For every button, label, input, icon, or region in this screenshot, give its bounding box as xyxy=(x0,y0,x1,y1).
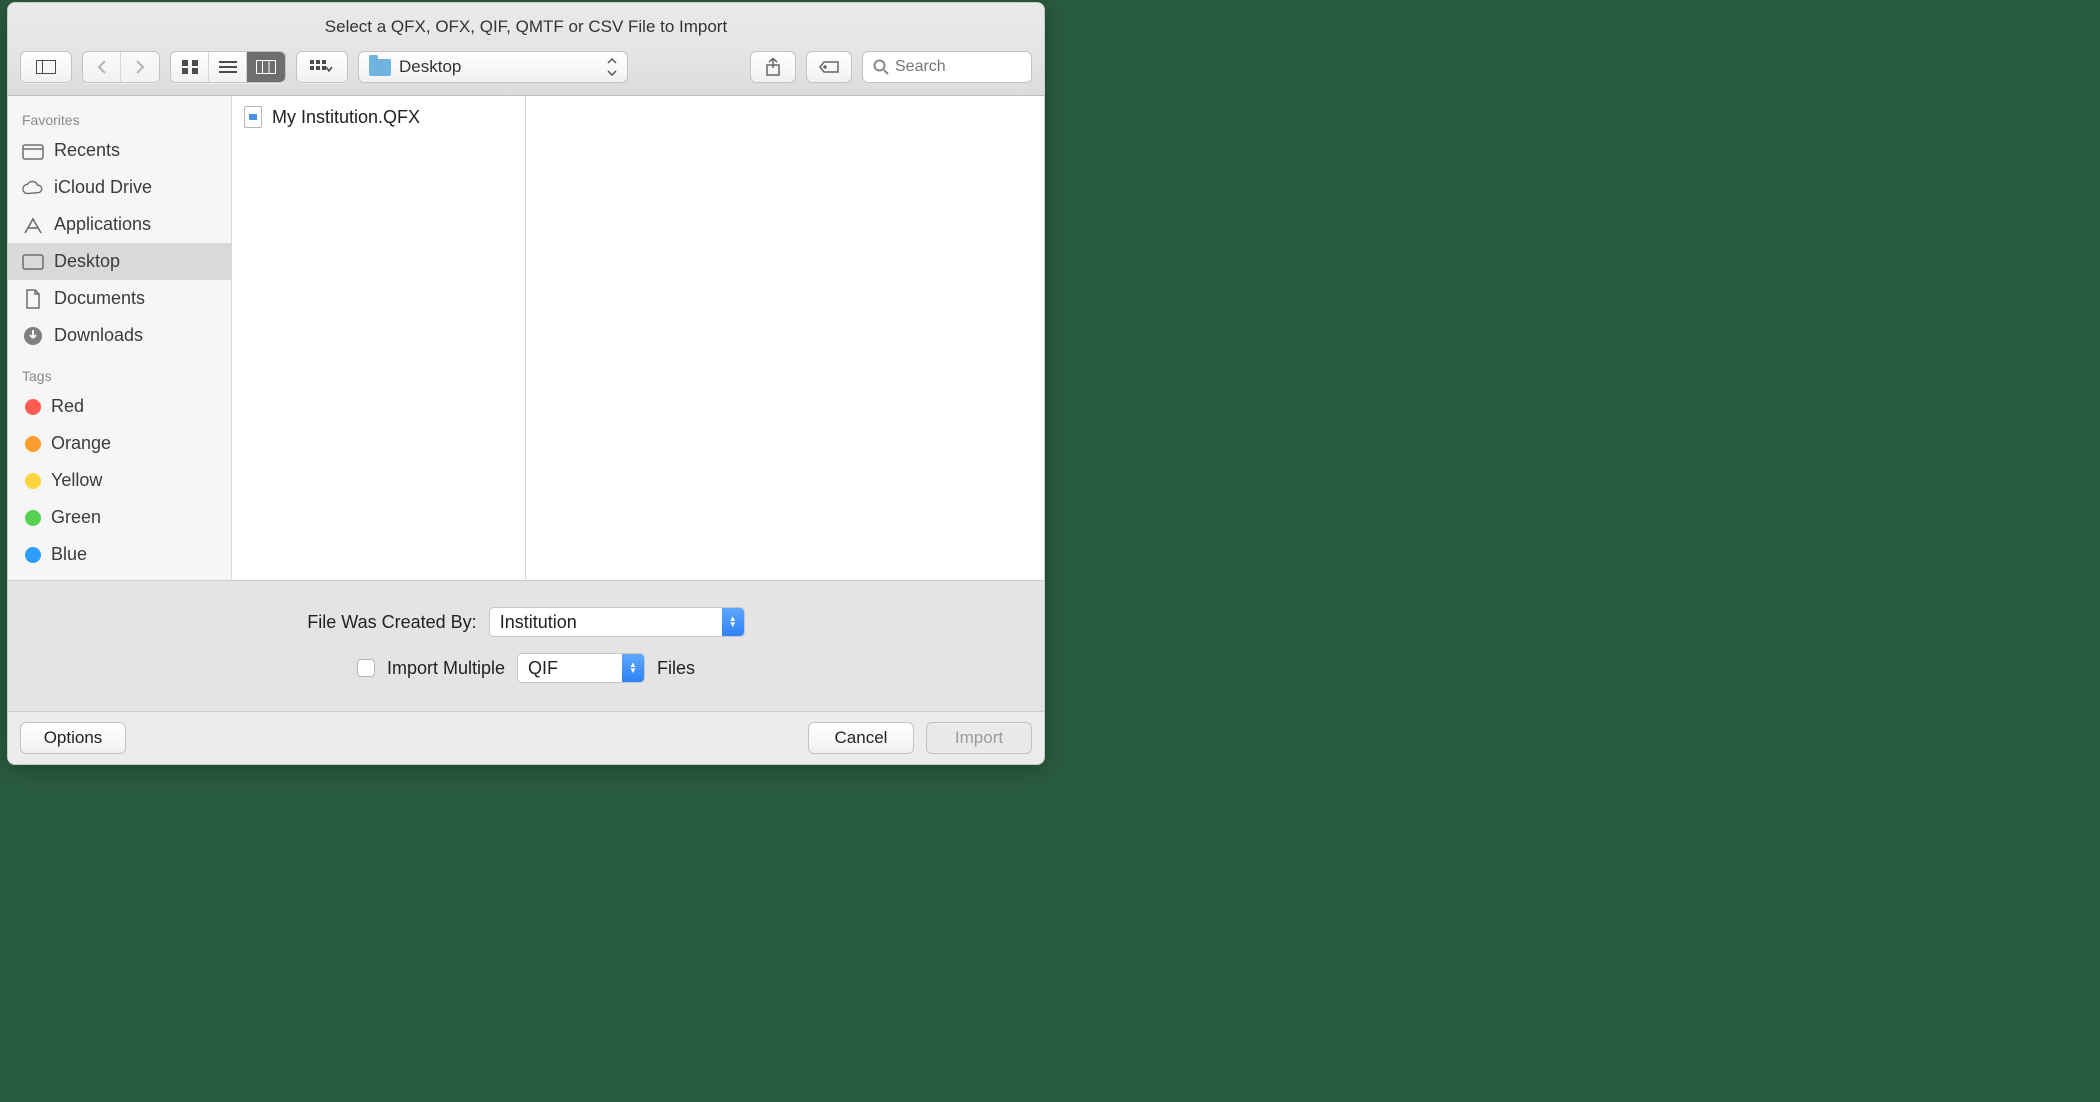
sidebar-tag-orange[interactable]: Orange xyxy=(8,425,231,462)
desktop-icon xyxy=(22,252,44,272)
format-value: QIF xyxy=(528,658,614,679)
share-button[interactable] xyxy=(750,51,796,83)
file-column: My Institution.QFX xyxy=(232,96,526,580)
import-multiple-label: Import Multiple xyxy=(387,658,505,679)
downloads-icon xyxy=(22,326,44,346)
stepper-icon xyxy=(607,58,619,76)
sidebar-item-label: Applications xyxy=(54,214,151,235)
view-columns-button[interactable] xyxy=(247,52,285,82)
cancel-button[interactable]: Cancel xyxy=(808,722,914,754)
dialog-title: Select a QFX, OFX, QIF, QMTF or CSV File… xyxy=(8,3,1044,51)
select-arrows-icon: ▲▼ xyxy=(622,654,644,682)
view-arrange-button[interactable] xyxy=(297,52,347,82)
sidebar-item-label: Red xyxy=(51,396,84,417)
dialog-footer: Options Cancel Import xyxy=(8,711,1044,764)
tags-button[interactable] xyxy=(806,51,852,83)
tag-dot-icon xyxy=(25,436,41,452)
sidebar-item-documents[interactable]: Documents xyxy=(8,280,231,317)
sidebar-item-label: Documents xyxy=(54,288,145,309)
preview-column xyxy=(526,96,1044,580)
sidebar-tag-green[interactable]: Green xyxy=(8,499,231,536)
search-input[interactable] xyxy=(895,58,1045,76)
sidebar-header-tags: Tags xyxy=(8,364,231,388)
sidebar-tag-blue[interactable]: Blue xyxy=(8,536,231,573)
sidebar-item-downloads[interactable]: Downloads xyxy=(8,317,231,354)
back-button[interactable] xyxy=(83,52,121,82)
view-icons-button[interactable] xyxy=(171,52,209,82)
applications-icon xyxy=(22,215,44,235)
sidebar-tag-red[interactable]: Red xyxy=(8,388,231,425)
location-popup-button[interactable]: Desktop xyxy=(358,51,628,83)
import-file-dialog: Select a QFX, OFX, QIF, QMTF or CSV File… xyxy=(7,2,1045,765)
cloud-icon xyxy=(22,178,44,198)
options-button[interactable]: Options xyxy=(20,722,126,754)
search-icon xyxy=(873,59,889,75)
created-by-select[interactable]: Institution ▲▼ xyxy=(489,607,745,637)
created-by-value: Institution xyxy=(500,612,714,633)
location-label: Desktop xyxy=(399,57,461,77)
sidebar-item-label: Blue xyxy=(51,544,87,565)
forward-button[interactable] xyxy=(121,52,159,82)
sidebar-item-recents[interactable]: Recents xyxy=(8,132,231,169)
documents-icon xyxy=(22,289,44,309)
import-multiple-checkbox[interactable] xyxy=(357,659,375,677)
sidebar-tag-yellow[interactable]: Yellow xyxy=(8,462,231,499)
sidebar-item-label: Green xyxy=(51,507,101,528)
folder-icon xyxy=(369,59,391,76)
file-icon xyxy=(244,106,262,128)
file-name: My Institution.QFX xyxy=(272,107,420,128)
sidebar-item-applications[interactable]: Applications xyxy=(8,206,231,243)
view-list-button[interactable] xyxy=(209,52,247,82)
sidebar-item-desktop[interactable]: Desktop xyxy=(8,243,231,280)
sidebar-item-label: Recents xyxy=(54,140,120,161)
sidebar-item-label: Downloads xyxy=(54,325,143,346)
import-button[interactable]: Import xyxy=(926,722,1032,754)
sidebar-toggle-button[interactable] xyxy=(21,52,71,82)
tag-dot-icon xyxy=(25,399,41,415)
sidebar-item-label: iCloud Drive xyxy=(54,177,152,198)
tag-dot-icon xyxy=(25,547,41,563)
file-browser: Favorites Recents iCloud Drive Applicati… xyxy=(8,96,1044,580)
sidebar-header-favorites: Favorites xyxy=(8,108,231,132)
search-field[interactable] xyxy=(862,51,1032,83)
format-select[interactable]: QIF ▲▼ xyxy=(517,653,645,683)
import-options-panel: File Was Created By: Institution ▲▼ Impo… xyxy=(8,580,1044,711)
select-arrows-icon: ▲▼ xyxy=(722,608,744,636)
tag-dot-icon xyxy=(25,510,41,526)
file-row[interactable]: My Institution.QFX xyxy=(232,102,525,132)
sidebar-item-icloud[interactable]: iCloud Drive xyxy=(8,169,231,206)
created-by-label: File Was Created By: xyxy=(307,612,476,633)
sidebar-item-label: Yellow xyxy=(51,470,102,491)
recents-icon xyxy=(22,141,44,161)
sidebar-item-label: Orange xyxy=(51,433,111,454)
sidebar-item-label: Desktop xyxy=(54,251,120,272)
tag-dot-icon xyxy=(25,473,41,489)
sidebar: Favorites Recents iCloud Drive Applicati… xyxy=(8,96,232,580)
toolbar: Desktop xyxy=(8,51,1044,96)
files-suffix-label: Files xyxy=(657,658,695,679)
